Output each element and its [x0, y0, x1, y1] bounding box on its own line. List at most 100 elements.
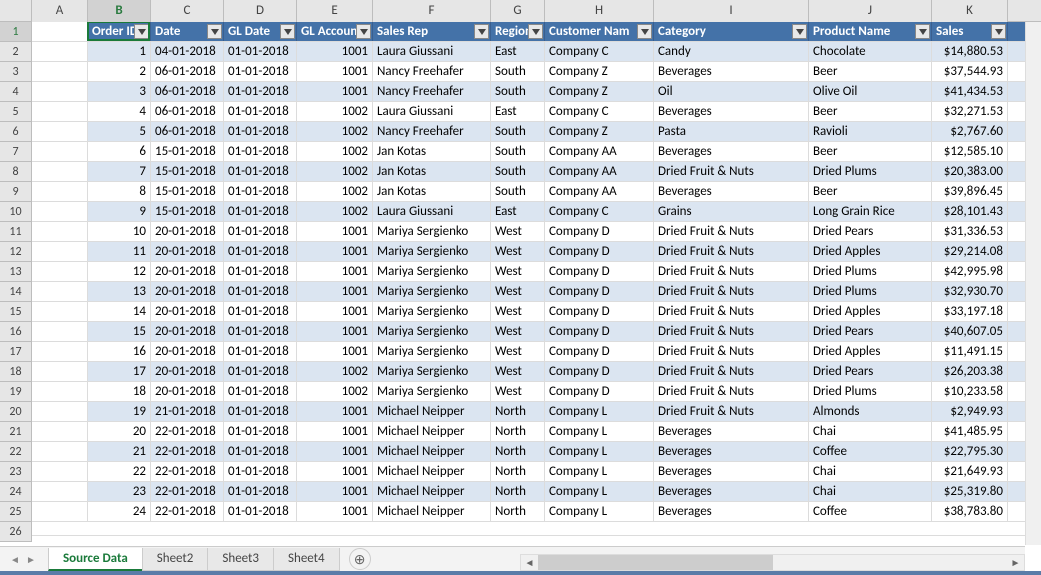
cell[interactable]: Beer	[809, 142, 932, 161]
cell[interactable]: 01-01-2018	[224, 222, 297, 241]
cell[interactable]: 1001	[297, 462, 373, 481]
hscroll-thumb[interactable]	[538, 555, 773, 570]
header-cell[interactable]: Customer Nam	[545, 22, 654, 41]
col-header-J[interactable]: J	[809, 0, 932, 22]
cell[interactable]: Nancy Freehafer	[373, 82, 491, 101]
cell[interactable]: Beer	[809, 62, 932, 81]
hscroll-track[interactable]	[538, 555, 1007, 570]
cell[interactable]: Laura Giussani	[373, 42, 491, 61]
header-cell[interactable]: Sales	[932, 22, 1008, 41]
cell[interactable]: 22-01-2018	[151, 422, 224, 441]
cell[interactable]: Mariya Sergienko	[373, 262, 491, 281]
sheet-tab[interactable]: Sheet2	[142, 548, 209, 571]
cell[interactable]: Candy	[654, 42, 809, 61]
cell[interactable]: 01-01-2018	[224, 182, 297, 201]
cell[interactable]: 6	[88, 142, 151, 161]
cell[interactable]: 1002	[297, 362, 373, 381]
row-header-6[interactable]: 6	[0, 122, 32, 142]
cell[interactable]: Company L	[545, 502, 654, 521]
cell[interactable]	[32, 502, 88, 521]
cell[interactable]: 1001	[297, 262, 373, 281]
cell[interactable]: 1001	[297, 502, 373, 521]
cell[interactable]: $29,214.08	[932, 242, 1008, 261]
col-header-E[interactable]: E	[297, 0, 373, 22]
cell[interactable]: $39,896.45	[932, 182, 1008, 201]
cell[interactable]: Dried Fruit & Nuts	[654, 162, 809, 181]
row-header-8[interactable]: 8	[0, 162, 32, 182]
cell[interactable]: $40,607.05	[932, 322, 1008, 341]
scroll-right-button[interactable]: ►	[1007, 554, 1024, 571]
cell[interactable]: Company L	[545, 402, 654, 421]
filter-dropdown-icon[interactable]	[474, 24, 489, 39]
cell[interactable]: $33,197.18	[932, 302, 1008, 321]
cell[interactable]: 06-01-2018	[151, 122, 224, 141]
cell[interactable]: Company D	[545, 342, 654, 361]
sheet-tab[interactable]: Sheet3	[207, 548, 274, 571]
cell[interactable]: Jan Kotas	[373, 142, 491, 161]
cell[interactable]: Company D	[545, 322, 654, 341]
cell[interactable]: 5	[88, 122, 151, 141]
cell[interactable]: Jan Kotas	[373, 162, 491, 181]
cell[interactable]: $10,233.58	[932, 382, 1008, 401]
cell[interactable]: Beverages	[654, 482, 809, 501]
cell[interactable]	[32, 302, 88, 321]
cell[interactable]: Company AA	[545, 162, 654, 181]
cell[interactable]: Chai	[809, 482, 932, 501]
cell[interactable]: 1001	[297, 342, 373, 361]
cell[interactable]: 15-01-2018	[151, 162, 224, 181]
cell[interactable]: Company D	[545, 302, 654, 321]
cell[interactable]: 20-01-2018	[151, 382, 224, 401]
filter-dropdown-icon[interactable]	[637, 24, 652, 39]
cell[interactable]: Mariya Sergienko	[373, 302, 491, 321]
cell[interactable]: 9	[88, 202, 151, 221]
row-header-18[interactable]: 18	[0, 362, 32, 382]
cell[interactable]: Beverages	[654, 62, 809, 81]
cell[interactable]: 01-01-2018	[224, 102, 297, 121]
cell[interactable]: Company D	[545, 362, 654, 381]
cell[interactable]: Beverages	[654, 422, 809, 441]
row-header-16[interactable]: 16	[0, 322, 32, 342]
cell[interactable]: Dried Plums	[809, 262, 932, 281]
cell[interactable]: $37,544.93	[932, 62, 1008, 81]
cell[interactable]: $22,795.30	[932, 442, 1008, 461]
cell[interactable]: 20-01-2018	[151, 362, 224, 381]
cell[interactable]: Grains	[654, 202, 809, 221]
cell[interactable]: 01-01-2018	[224, 62, 297, 81]
cell[interactable]: 01-01-2018	[224, 202, 297, 221]
cell[interactable]: $11,491.15	[932, 342, 1008, 361]
row-header-3[interactable]: 3	[0, 62, 32, 82]
cell[interactable]: 06-01-2018	[151, 82, 224, 101]
cell[interactable]: Company Z	[545, 82, 654, 101]
cell[interactable]: Company AA	[545, 182, 654, 201]
cell[interactable]: 13	[88, 282, 151, 301]
cell[interactable]	[32, 242, 88, 261]
cell[interactable]	[32, 142, 88, 161]
cell[interactable]: 01-01-2018	[224, 502, 297, 521]
cell[interactable]: Chai	[809, 422, 932, 441]
cell[interactable]: $12,585.10	[932, 142, 1008, 161]
cell[interactable]: Company D	[545, 262, 654, 281]
cell[interactable]: 10	[88, 222, 151, 241]
cell[interactable]: Michael Neipper	[373, 442, 491, 461]
vertical-scrollbar[interactable]	[1025, 22, 1041, 545]
cell[interactable]: Dried Fruit & Nuts	[654, 242, 809, 261]
cell[interactable]: Company D	[545, 222, 654, 241]
cell[interactable]: Mariya Sergienko	[373, 242, 491, 261]
cell[interactable]: North	[491, 422, 545, 441]
cell[interactable]: 1002	[297, 162, 373, 181]
cell[interactable]: 1001	[297, 422, 373, 441]
cell[interactable]: Beer	[809, 182, 932, 201]
col-header-B[interactable]: B	[88, 0, 151, 22]
cell[interactable]: Company L	[545, 462, 654, 481]
cell[interactable]: North	[491, 502, 545, 521]
cell[interactable]: $25,319.80	[932, 482, 1008, 501]
cell[interactable]: 18	[88, 382, 151, 401]
cell[interactable]: 1001	[297, 482, 373, 501]
cell[interactable]	[32, 362, 88, 381]
cell[interactable]: 01-01-2018	[224, 422, 297, 441]
cell[interactable]: 15	[88, 322, 151, 341]
cell[interactable]: Michael Neipper	[373, 462, 491, 481]
cell[interactable]: 20	[88, 422, 151, 441]
cell[interactable]: 20-01-2018	[151, 222, 224, 241]
cell[interactable]	[32, 482, 88, 501]
